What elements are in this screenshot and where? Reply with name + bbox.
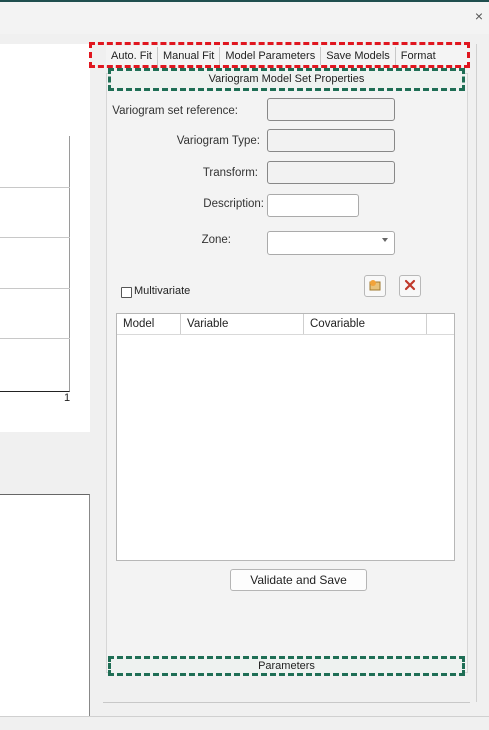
zone-select[interactable] [267,231,395,255]
table-header: Model Variable Covariable [117,314,454,335]
splitter[interactable] [476,44,483,702]
description-label: Description: [203,198,264,210]
add-model-button[interactable] [364,275,386,297]
tab-save-models[interactable]: Save Models [321,47,396,65]
description-field[interactable] [267,194,359,217]
chart-gridline [0,288,70,289]
status-bar [0,716,489,730]
type-field[interactable] [267,129,395,152]
validate-and-save-button[interactable]: Validate and Save [230,569,367,591]
column-header-model[interactable]: Model [117,314,181,334]
chart-gridline [0,338,70,339]
transform-field[interactable] [267,161,395,184]
reference-label: Variogram set reference: [112,105,238,117]
chart-x-tick-label: 1 [64,392,71,404]
chart-gridline [0,237,70,238]
chart-plot-area [0,136,70,392]
multivariate-label: Multivariate [134,285,191,297]
tab-format[interactable]: Format [396,47,441,65]
model-table[interactable]: Model Variable Covariable [116,313,455,561]
delete-model-button[interactable] [399,275,421,297]
delete-icon [404,279,416,294]
close-icon[interactable]: × [475,9,483,23]
window-title-bar [0,0,489,34]
type-label: Variogram Type: [176,135,260,147]
tab-model-parameters[interactable]: Model Parameters [220,47,322,65]
chevron-down-icon [382,238,388,242]
section-header-variogram-model-set[interactable]: Variogram Model Set Properties [108,68,465,91]
reference-field[interactable] [267,98,395,121]
tab-manual-fit[interactable]: Manual Fit [158,47,221,65]
tab-auto-fit[interactable]: Auto. Fit [106,47,158,65]
zone-label: Zone: [201,234,231,246]
tab-strip: Auto. Fit Manual Fit Model Parameters Sa… [106,46,470,66]
lower-pane [0,494,90,716]
multivariate-checkbox[interactable] [121,287,132,298]
section-header-parameters[interactable]: Parameters [108,656,465,676]
column-header-covariable[interactable]: Covariable [304,314,427,334]
add-model-icon [368,278,382,295]
chart-gridline [0,187,70,188]
column-header-variable[interactable]: Variable [181,314,304,334]
transform-label: Transform: [202,167,258,179]
